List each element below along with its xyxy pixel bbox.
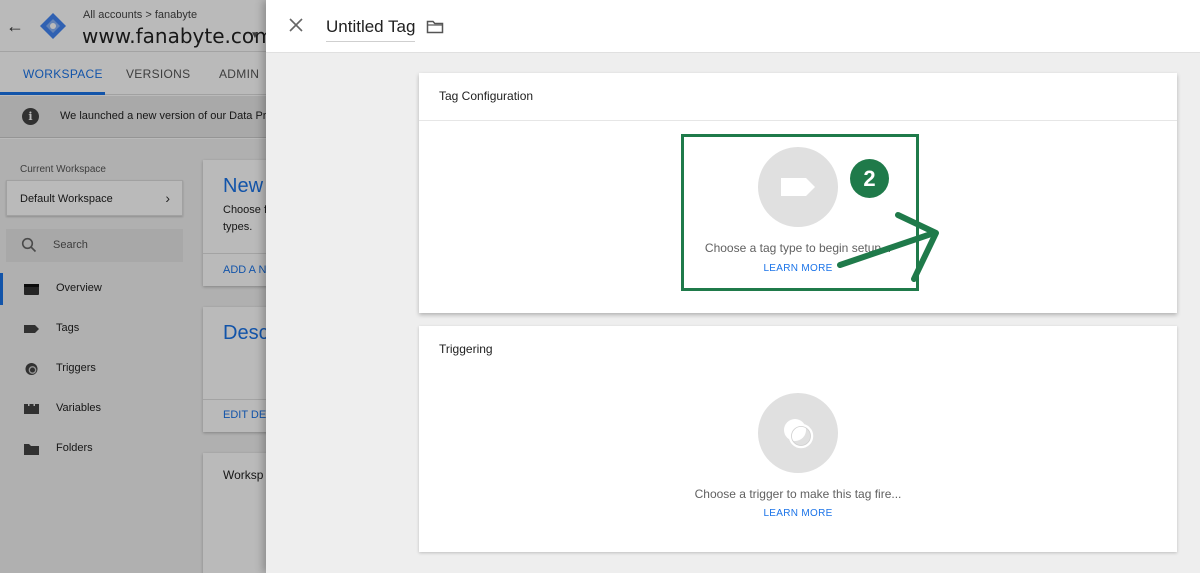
- divider: [419, 120, 1177, 121]
- tag-configuration-heading: Tag Configuration: [439, 89, 534, 103]
- folder-icon[interactable]: [426, 19, 444, 35]
- close-icon[interactable]: [286, 15, 306, 35]
- trigger-icon: [784, 419, 814, 449]
- tag-name-input[interactable]: Untitled Tag: [326, 17, 416, 42]
- step-number-badge: 2: [850, 159, 889, 198]
- tag-editor-header: Untitled Tag: [266, 0, 1200, 53]
- annotation-arrow-icon: [837, 212, 939, 282]
- triggering-card: Triggering Choose a trigger to make this…: [419, 326, 1177, 552]
- tag-editor-panel: Untitled Tag Tag Configuration Choose a …: [266, 0, 1200, 573]
- triggering-heading: Triggering: [439, 342, 493, 356]
- learn-more-trigger-link[interactable]: LEARN MORE: [737, 508, 859, 519]
- trigger-placeholder-button[interactable]: [758, 393, 838, 473]
- choose-trigger-text[interactable]: Choose a trigger to make this tag fire..…: [677, 487, 919, 501]
